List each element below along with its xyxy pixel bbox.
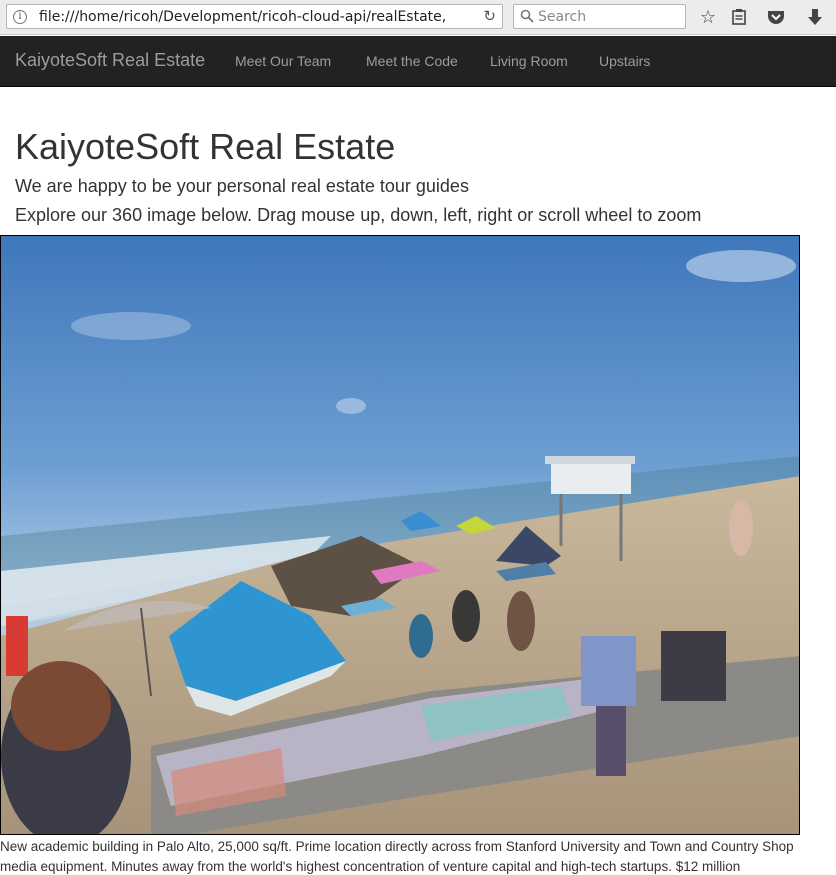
download-arrow-icon[interactable] bbox=[804, 6, 826, 28]
browser-search-input[interactable] bbox=[538, 8, 678, 26]
listing-description: New academic building in Palo Alto, 25,0… bbox=[0, 837, 836, 875]
pocket-icon[interactable] bbox=[765, 6, 787, 28]
browser-search-box[interactable] bbox=[513, 4, 686, 29]
browser-toolbar: i file:///home/ricoh/Development/ricoh-c… bbox=[0, 0, 836, 35]
listing-description-line-1: New academic building in Palo Alto, 25,0… bbox=[0, 839, 794, 854]
info-icon[interactable]: i bbox=[13, 10, 27, 24]
url-bar[interactable]: i file:///home/ricoh/Development/ricoh-c… bbox=[6, 4, 503, 29]
navbar-brand[interactable]: KaiyoteSoft Real Estate bbox=[15, 50, 205, 71]
star-icon[interactable]: ☆ bbox=[697, 6, 719, 28]
url-text[interactable]: file:///home/ricoh/Development/ricoh-clo… bbox=[39, 9, 459, 25]
nav-link-meet-the-code[interactable]: Meet the Code bbox=[366, 53, 458, 69]
panorama-viewer[interactable] bbox=[0, 235, 800, 835]
clipboard-icon[interactable] bbox=[728, 6, 750, 28]
page-subtitle: We are happy to be your personal real es… bbox=[15, 176, 469, 196]
nav-link-meet-our-team[interactable]: Meet Our Team bbox=[235, 53, 331, 69]
panorama-image[interactable] bbox=[1, 236, 800, 835]
search-icon bbox=[520, 9, 534, 23]
viewer-instructions: Explore our 360 image below. Drag mouse … bbox=[15, 205, 702, 225]
page-title: KaiyoteSoft Real Estate bbox=[15, 126, 396, 167]
nav-link-upstairs[interactable]: Upstairs bbox=[599, 53, 650, 69]
site-navbar: KaiyoteSoft Real Estate Meet Our Team Me… bbox=[0, 36, 836, 87]
nav-link-living-room[interactable]: Living Room bbox=[490, 53, 568, 69]
listing-description-line-2: media equipment. Minutes away from the w… bbox=[0, 859, 741, 874]
reload-icon[interactable]: ↻ bbox=[483, 7, 496, 25]
